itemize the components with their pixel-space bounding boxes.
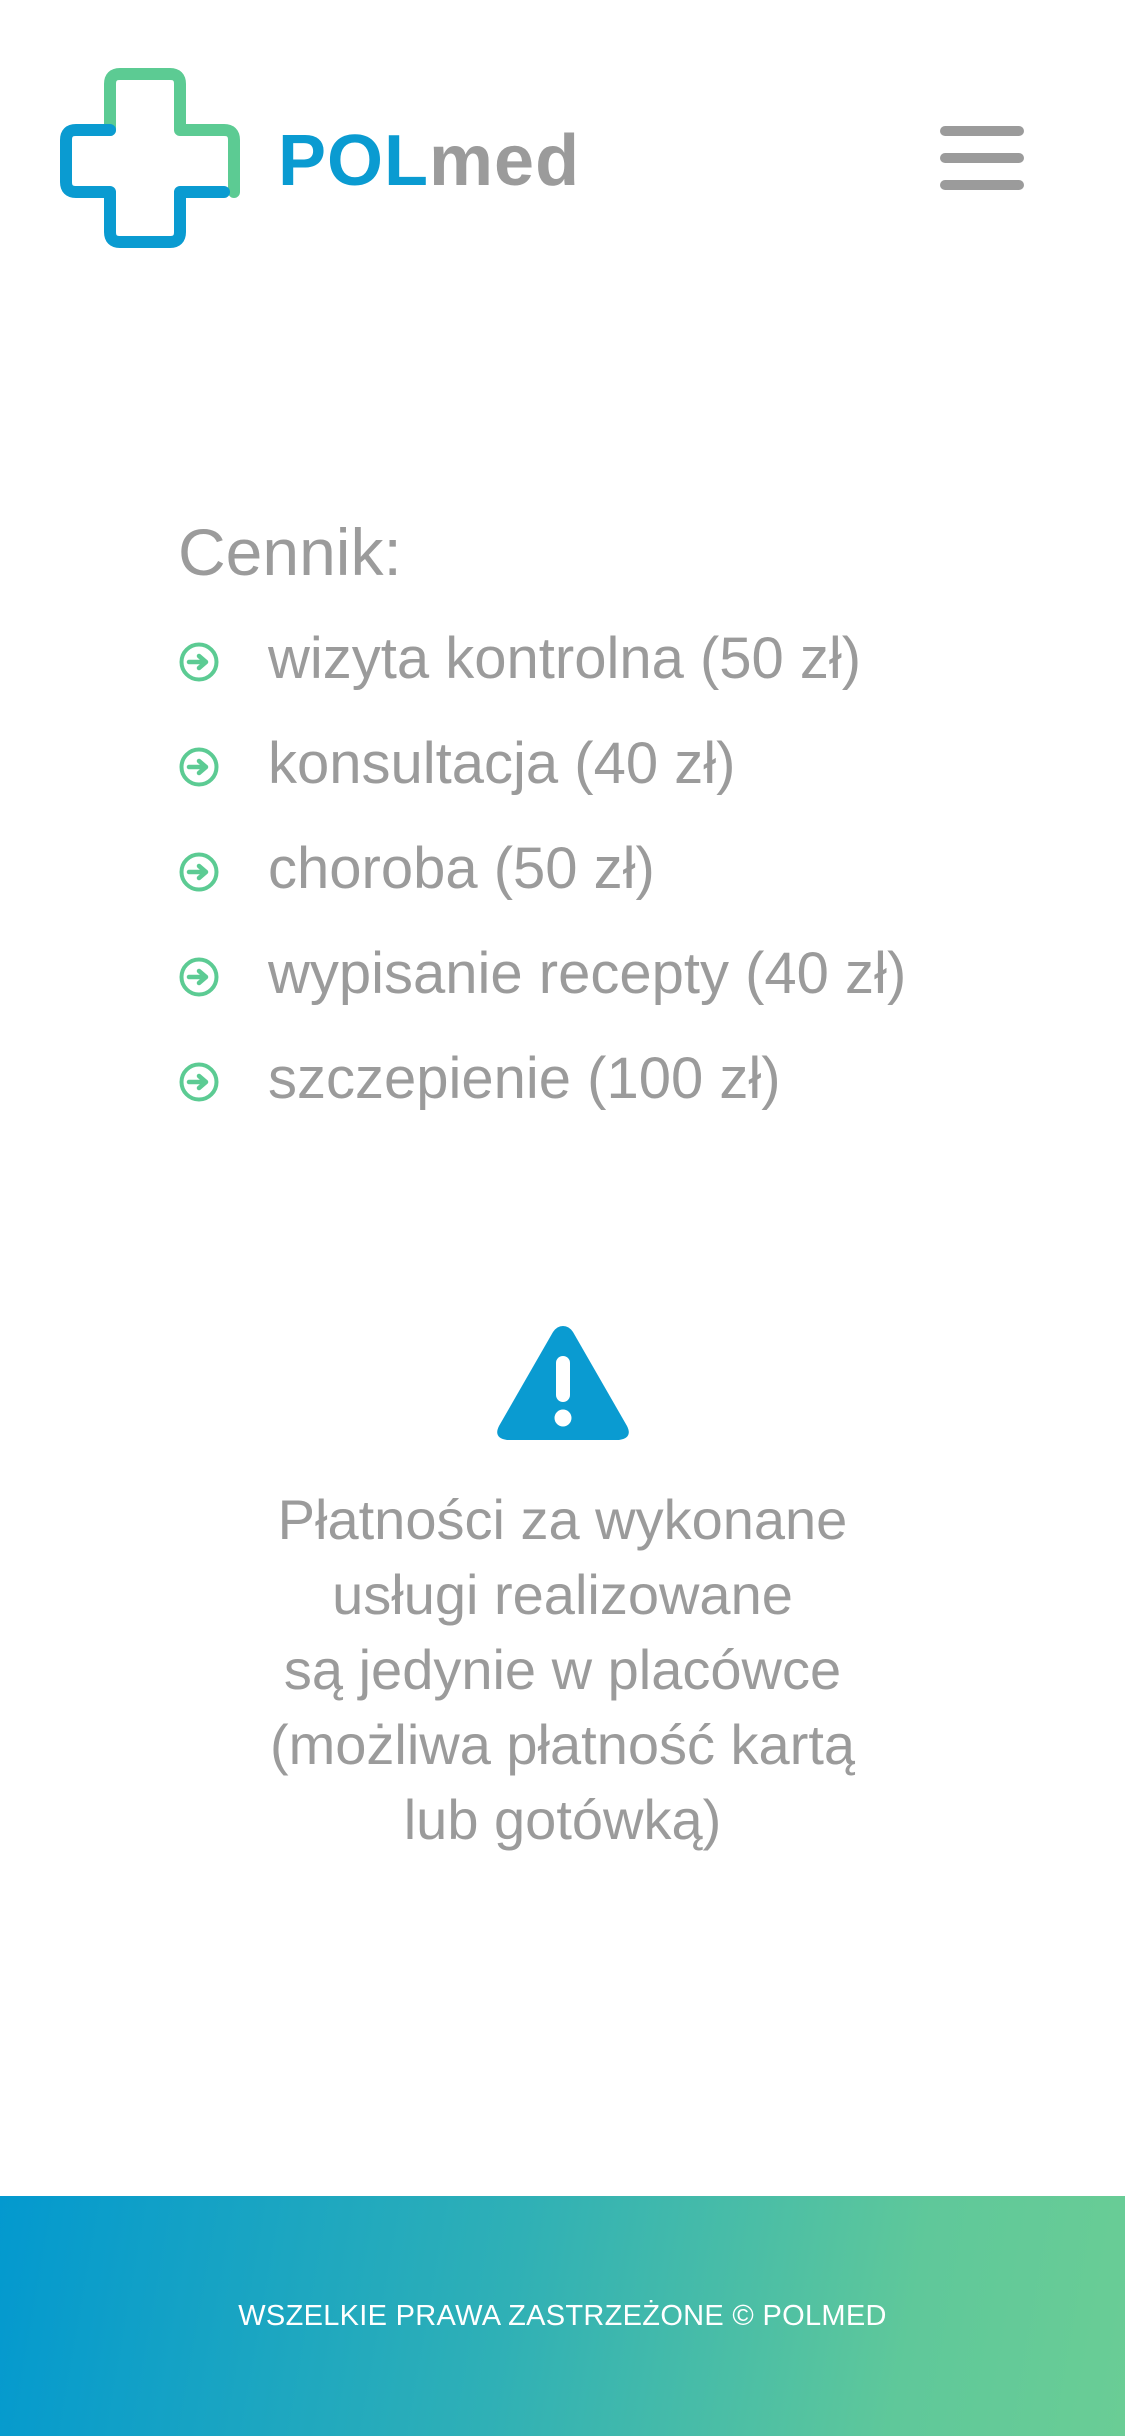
notice-line: lub gotówką) bbox=[403, 1788, 722, 1851]
price-list-section: Cennik: wizyta kontrolna (50 zł) konsult… bbox=[178, 508, 1078, 1131]
logo-link[interactable]: POLmed bbox=[60, 68, 580, 248]
price-item-label: choroba (50 zł) bbox=[268, 835, 655, 901]
payment-notice: Płatności za wykonane usługi realizowane… bbox=[0, 1320, 1125, 1857]
logo-text-med: med bbox=[429, 121, 581, 201]
site-footer: WSZELKIE PRAWA ZASTRZEŻONE © POLMED bbox=[0, 2196, 1125, 2436]
notice-line: Płatności za wykonane bbox=[277, 1488, 848, 1551]
notice-line: usługi realizowane bbox=[332, 1563, 793, 1626]
price-list-item: szczepienie (100 zł) bbox=[178, 1026, 1078, 1131]
arrow-circle-right-icon bbox=[179, 642, 219, 681]
medical-cross-logo-icon bbox=[60, 68, 240, 248]
logo-text-pol: POL bbox=[278, 121, 430, 201]
hamburger-menu-icon[interactable] bbox=[940, 122, 1024, 194]
arrow-circle-right-icon bbox=[179, 1062, 219, 1101]
price-item-label: szczepienie (100 zł) bbox=[268, 1045, 781, 1111]
payment-notice-text: Płatności za wykonane usługi realizowane… bbox=[183, 1482, 943, 1857]
notice-line: (możliwa płatność kartą bbox=[269, 1713, 856, 1776]
arrow-circle-right-icon bbox=[179, 957, 219, 996]
site-header: POLmed bbox=[0, 0, 1125, 300]
copyright-text: WSZELKIE PRAWA ZASTRZEŻONE © POLMED bbox=[238, 2299, 887, 2332]
warning-triangle-icon bbox=[496, 1326, 629, 1440]
menu-bar bbox=[940, 153, 1024, 163]
price-list-item: wizyta kontrolna (50 zł) bbox=[178, 606, 1078, 711]
notice-line: są jedynie w placówce bbox=[283, 1638, 842, 1701]
price-list-item: choroba (50 zł) bbox=[178, 816, 1078, 921]
arrow-circle-right-icon bbox=[179, 852, 219, 891]
price-item-label: wypisanie recepty (40 zł) bbox=[268, 940, 907, 1006]
price-item-label: konsultacja (40 zł) bbox=[268, 730, 736, 796]
price-list-item: konsultacja (40 zł) bbox=[178, 711, 1078, 816]
price-list: wizyta kontrolna (50 zł) konsultacja (40… bbox=[178, 606, 1078, 1131]
price-list-title: Cennik: bbox=[178, 515, 402, 589]
menu-bar bbox=[940, 180, 1024, 190]
menu-bar bbox=[940, 126, 1024, 136]
logo-wordmark: POLmed bbox=[278, 125, 580, 197]
price-item-label: wizyta kontrolna (50 zł) bbox=[268, 625, 862, 691]
arrow-circle-right-icon bbox=[179, 747, 219, 786]
price-list-item: wypisanie recepty (40 zł) bbox=[178, 921, 1078, 1026]
